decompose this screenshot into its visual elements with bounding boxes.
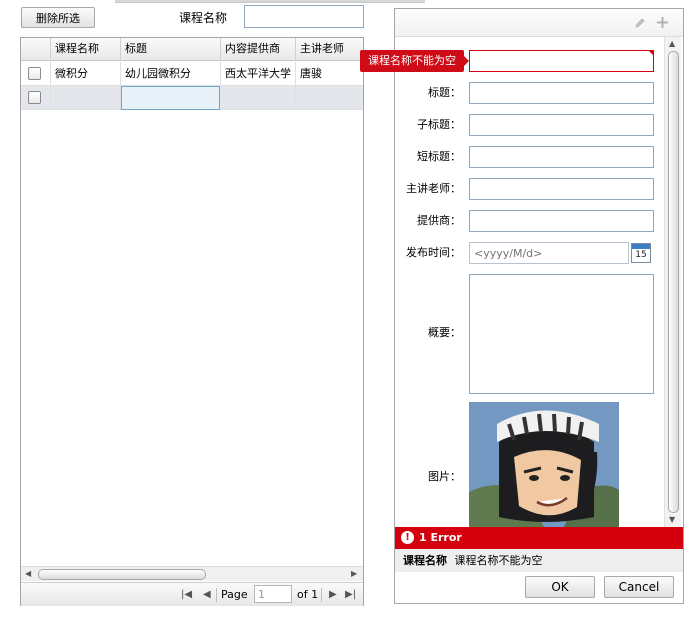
page-label: Page <box>221 588 248 601</box>
error-icon: ! <box>401 531 414 544</box>
table-row-new[interactable] <box>21 86 363 110</box>
cell-course-name[interactable] <box>51 86 121 110</box>
short-title-label: 短标题： <box>417 150 461 163</box>
cell-title-editing[interactable] <box>121 86 220 110</box>
last-page-icon[interactable]: ▶| <box>345 589 356 601</box>
pager-separator <box>216 588 217 602</box>
column-header-title[interactable]: 标题 <box>121 38 221 61</box>
title-label: 标题： <box>428 86 461 99</box>
plus-icon[interactable] <box>656 16 669 29</box>
error-message: 课程名称不能为空 <box>454 554 543 567</box>
next-page-icon[interactable]: ▶ <box>329 589 337 601</box>
cell-title[interactable]: 幼儿园微积分 <box>121 62 221 86</box>
course-image[interactable] <box>469 402 619 527</box>
form-vertical-scrollbar[interactable]: ▲ ▼ <box>664 37 681 527</box>
pager: |◀ ◀ Page of 1 ▶ ▶| <box>21 582 363 606</box>
summary-textarea[interactable] <box>469 274 654 394</box>
scroll-left-arrow-icon[interactable]: ◀ <box>25 568 31 580</box>
header-select-column <box>21 38 51 61</box>
teacher-label: 主讲老师： <box>406 182 461 195</box>
course-name-search-input[interactable] <box>244 5 364 28</box>
error-summary-bar: ! 1 Error <box>395 527 683 549</box>
error-detail-row[interactable]: 课程名称 课程名称不能为空 <box>395 549 683 572</box>
error-count: 1 Error <box>419 531 462 544</box>
column-header-teacher[interactable]: 主讲老师 <box>296 38 363 61</box>
column-header-course-name[interactable]: 课程名称 <box>51 38 121 61</box>
column-header-provider[interactable]: 内容提供商 <box>221 38 296 61</box>
scroll-right-arrow-icon[interactable]: ▶ <box>351 568 357 580</box>
prev-page-icon[interactable]: ◀ <box>203 589 211 601</box>
summary-label: 概要： <box>428 326 461 339</box>
pencil-icon[interactable] <box>634 17 646 29</box>
error-corner-marker <box>649 51 654 56</box>
title-input[interactable] <box>469 82 654 104</box>
calendar-icon[interactable]: 15 <box>631 243 651 263</box>
table-row[interactable]: 微积分 幼儿园微积分 西太平洋大学 唐骏 <box>21 62 363 86</box>
publish-time-label: 发布时间： <box>406 246 461 259</box>
row-checkbox[interactable] <box>28 67 41 80</box>
page-number-input[interactable] <box>254 585 292 603</box>
grid-header: 课程名称 标题 内容提供商 主讲老师 <box>21 38 363 61</box>
cell-provider[interactable]: 西太平洋大学 <box>221 62 296 86</box>
image-label: 图片： <box>428 470 461 483</box>
course-grid: 课程名称 标题 内容提供商 主讲老师 微积分 幼儿园微积分 西太平洋大学 唐骏 … <box>20 37 364 606</box>
publish-date-input[interactable] <box>469 242 629 264</box>
validation-tooltip: 课程名称不能为空 <box>360 50 469 72</box>
cell-teacher[interactable] <box>296 86 363 110</box>
horizontal-scroll-thumb[interactable] <box>38 569 206 580</box>
row-select-cell <box>21 86 51 110</box>
row-checkbox[interactable] <box>28 91 41 104</box>
scroll-up-arrow-icon[interactable]: ▲ <box>669 38 675 50</box>
pager-separator <box>321 588 322 602</box>
ok-button[interactable]: OK <box>525 576 595 598</box>
page-count-label: of 1 <box>297 588 319 601</box>
cell-provider[interactable] <box>221 86 296 110</box>
row-select-cell <box>21 62 51 86</box>
cancel-button[interactable]: Cancel <box>604 576 674 598</box>
first-page-icon[interactable]: |◀ <box>181 589 192 601</box>
cell-teacher[interactable]: 唐骏 <box>296 62 363 86</box>
subtitle-label: 子标题： <box>417 118 461 131</box>
short-title-input[interactable] <box>469 146 654 168</box>
scroll-down-arrow-icon[interactable]: ▼ <box>669 514 675 526</box>
avatar-illustration <box>469 402 619 527</box>
subtitle-input[interactable] <box>469 114 654 136</box>
calendar-day: 15 <box>635 250 647 260</box>
cell-course-name[interactable]: 微积分 <box>51 62 121 86</box>
delete-selected-button[interactable]: 删除所选 <box>21 7 95 28</box>
provider-input[interactable] <box>469 210 654 232</box>
teacher-input[interactable] <box>469 178 654 200</box>
course-form-panel: 标题： 子标题： 短标题： 主讲老师： 提供商： 发布时间： 15 概要： 图片… <box>394 8 684 604</box>
error-field-name: 课程名称 <box>403 554 447 567</box>
horizontal-scrollbar[interactable]: ◀ ▶ <box>21 566 363 581</box>
top-panel-edge <box>115 0 425 3</box>
provider-label: 提供商： <box>417 214 461 227</box>
form-panel-header <box>395 9 683 37</box>
course-name-input[interactable] <box>469 50 654 72</box>
form-vertical-scroll-thumb[interactable] <box>668 51 679 513</box>
search-label: 课程名称 <box>179 11 228 25</box>
